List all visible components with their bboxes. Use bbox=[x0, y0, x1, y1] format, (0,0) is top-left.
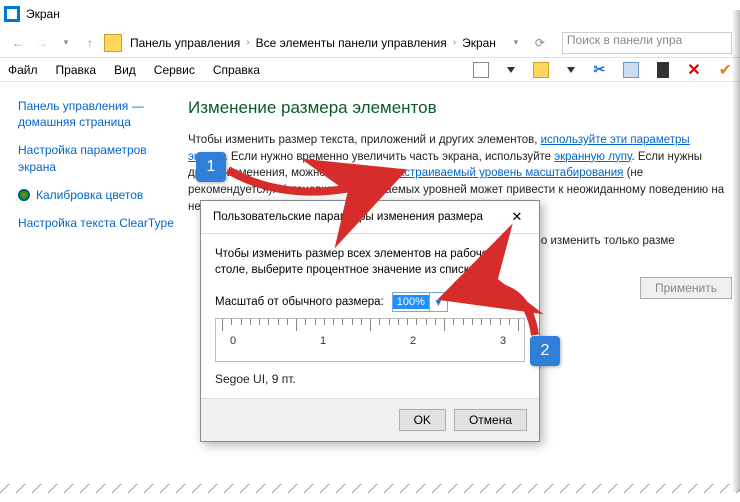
path-icon bbox=[104, 34, 122, 52]
up-button[interactable]: ↑ bbox=[80, 33, 100, 53]
back-button[interactable]: ← bbox=[8, 33, 28, 53]
folder-icon[interactable] bbox=[533, 62, 549, 78]
link-magnifier[interactable]: экранную лупу bbox=[554, 151, 631, 163]
menu-service[interactable]: Сервис bbox=[154, 63, 195, 77]
dropdown-button[interactable]: ▾ bbox=[506, 33, 526, 53]
step-badge-2: 2 bbox=[530, 336, 560, 366]
ruler[interactable]: 0 1 2 3 bbox=[215, 318, 525, 362]
display-app-icon bbox=[4, 6, 20, 22]
sidebar-cleartype[interactable]: Настройка текста ClearType bbox=[18, 215, 188, 231]
sidebar-display-params[interactable]: Настройка параметров экрана bbox=[18, 142, 188, 174]
crumb-control-panel[interactable]: Панель управления bbox=[130, 36, 240, 50]
menu-help[interactable]: Справка bbox=[213, 63, 260, 77]
clipboard-icon[interactable] bbox=[657, 62, 669, 78]
address-bar: ← → ▾ ↑ Панель управления › Все элементы… bbox=[0, 28, 740, 58]
crumb-all-items[interactable]: Все элементы панели управления bbox=[256, 36, 447, 50]
delete-icon[interactable]: ✕ bbox=[687, 60, 700, 80]
page-heading: Изменение размера элементов bbox=[188, 98, 732, 118]
sidebar-home[interactable]: Панель управления — домашняя страница bbox=[18, 98, 188, 130]
dialog-titlebar[interactable]: Пользовательские параметры изменения раз… bbox=[201, 201, 539, 234]
crumb-display[interactable]: Экран bbox=[462, 36, 496, 50]
layout-icon[interactable] bbox=[473, 62, 489, 78]
chevron-right-icon: › bbox=[453, 37, 456, 48]
sidebar: Панель управления — домашняя страница На… bbox=[18, 98, 188, 299]
chevron-down-icon[interactable]: ▾ bbox=[429, 293, 447, 311]
dropdown-icon[interactable] bbox=[567, 67, 575, 73]
window-title: Экран bbox=[26, 7, 60, 21]
dropdown-icon[interactable] bbox=[507, 67, 515, 73]
dialog-title-text: Пользовательские параметры изменения раз… bbox=[213, 211, 483, 223]
dialog-instructions: Чтобы изменить размер всех элементов на … bbox=[215, 246, 525, 278]
menu-view[interactable]: Вид bbox=[114, 63, 136, 77]
scissors-icon[interactable]: ✂ bbox=[593, 61, 605, 78]
forward-button[interactable]: → bbox=[32, 33, 52, 53]
menu-edit[interactable]: Правка bbox=[56, 63, 97, 77]
step-badge-1: 1 bbox=[196, 152, 226, 182]
scale-label: Масштаб от обычного размера: bbox=[215, 296, 384, 308]
menu-file[interactable]: Файл bbox=[8, 63, 38, 77]
recent-locations-button[interactable]: ▾ bbox=[56, 33, 76, 53]
titlebar: Экран bbox=[0, 0, 740, 28]
refresh-button[interactable]: ⟳ bbox=[530, 33, 550, 53]
custom-sizing-dialog: Пользовательские параметры изменения раз… bbox=[200, 200, 540, 442]
scale-combobox[interactable]: 100% ▾ bbox=[392, 292, 448, 312]
search-input[interactable]: Поиск в панели упра bbox=[562, 32, 732, 54]
close-button[interactable]: ✕ bbox=[503, 207, 531, 227]
ok-button[interactable]: OK bbox=[399, 409, 446, 431]
menubar: Файл Правка Вид Сервис Справка ✂ ✕ ✔ bbox=[0, 58, 740, 82]
breadcrumb[interactable]: Панель управления › Все элементы панели … bbox=[130, 36, 496, 50]
apply-button[interactable]: Применить bbox=[640, 277, 732, 299]
font-sample: Segoe UI, 9 пт. bbox=[215, 372, 525, 386]
sidebar-calibrate-colors[interactable]: Калибровка цветов bbox=[18, 187, 188, 203]
link-custom-scaling[interactable]: установить настраиваемый уровень масштаб… bbox=[329, 167, 624, 179]
cancel-button[interactable]: Отмена bbox=[454, 409, 527, 431]
chevron-right-icon: › bbox=[246, 37, 249, 48]
torn-edge bbox=[0, 484, 740, 502]
copy-icon[interactable] bbox=[623, 62, 639, 78]
scale-value: 100% bbox=[393, 295, 429, 309]
check-icon[interactable]: ✔ bbox=[719, 60, 732, 80]
